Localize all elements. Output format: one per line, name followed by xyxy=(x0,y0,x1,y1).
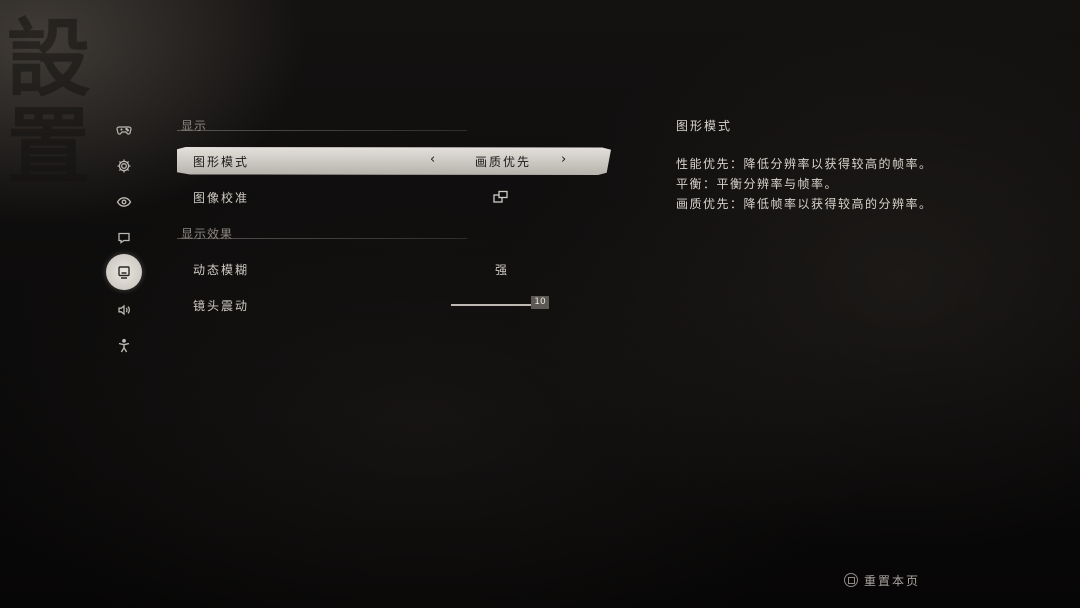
gear-icon xyxy=(117,159,131,173)
rail-item-display[interactable] xyxy=(106,254,142,290)
speaker-icon xyxy=(118,304,130,316)
reset-page-label: 重置本页 xyxy=(864,573,921,588)
setting-row-motion-blur[interactable]: 动态模糊 强 xyxy=(177,255,611,283)
setting-row-image-calibration[interactable]: 图像校准 xyxy=(177,183,611,211)
section-title-display: 显示 xyxy=(181,119,208,133)
rail-item-general[interactable] xyxy=(108,150,140,182)
background-calligraphy: 設置 xyxy=(0,14,92,190)
controller-button-icon xyxy=(844,573,858,587)
setting-label: 动态模糊 xyxy=(193,263,250,277)
open-external-icon[interactable] xyxy=(493,190,509,204)
accessibility-icon xyxy=(118,338,130,353)
reset-page-button[interactable]: 重置本页 xyxy=(844,572,920,588)
eye-icon xyxy=(116,197,132,207)
slider-value-badge: 10 xyxy=(531,296,549,309)
display-icon xyxy=(118,266,130,279)
description-line: 性能优先：降低分辨率以获得较高的帧率。 xyxy=(676,157,933,171)
description-line: 平衡：平衡分辨率与帧率。 xyxy=(676,177,839,191)
setting-label: 镜头震动 xyxy=(193,299,250,313)
section-divider xyxy=(177,238,467,239)
rail-item-visual[interactable] xyxy=(108,186,140,218)
setting-label: 图像校准 xyxy=(193,191,250,205)
setting-row-graphics-mode[interactable]: 图形模式 ‹ 画质优先 › xyxy=(177,147,611,175)
setting-row-camera-shake[interactable]: 镜头震动 10 xyxy=(177,291,611,319)
setting-value: 画质优先 xyxy=(475,155,532,169)
description-title: 图形模式 xyxy=(676,119,733,133)
subtitle-icon xyxy=(118,232,130,244)
camera-shake-slider[interactable] xyxy=(451,304,531,306)
section-title-display-effects: 显示效果 xyxy=(181,227,234,241)
section-divider xyxy=(177,130,467,131)
setting-label: 图形模式 xyxy=(193,155,250,169)
rail-item-accessibility[interactable] xyxy=(108,330,140,362)
settings-screen: 設置 显示 图形模式 ‹ 画质优先 › 图像校准 显示效果 动态模糊 强 镜头震… xyxy=(0,0,1080,608)
chevron-left-icon[interactable]: ‹ xyxy=(430,152,435,167)
rail-item-audio[interactable] xyxy=(108,294,140,326)
slider-fill xyxy=(451,304,531,306)
chevron-right-icon[interactable]: › xyxy=(561,152,566,167)
description-line: 画质优先：降低帧率以获得较高的分辨率。 xyxy=(676,197,933,211)
gamepad-icon xyxy=(116,126,132,135)
description-body: 性能优先：降低分辨率以获得较高的帧率。 平衡：平衡分辨率与帧率。 画质优先：降低… xyxy=(676,154,933,214)
rail-item-interface[interactable] xyxy=(108,222,140,254)
rail-item-controls[interactable] xyxy=(108,114,140,146)
setting-value: 强 xyxy=(495,263,510,277)
